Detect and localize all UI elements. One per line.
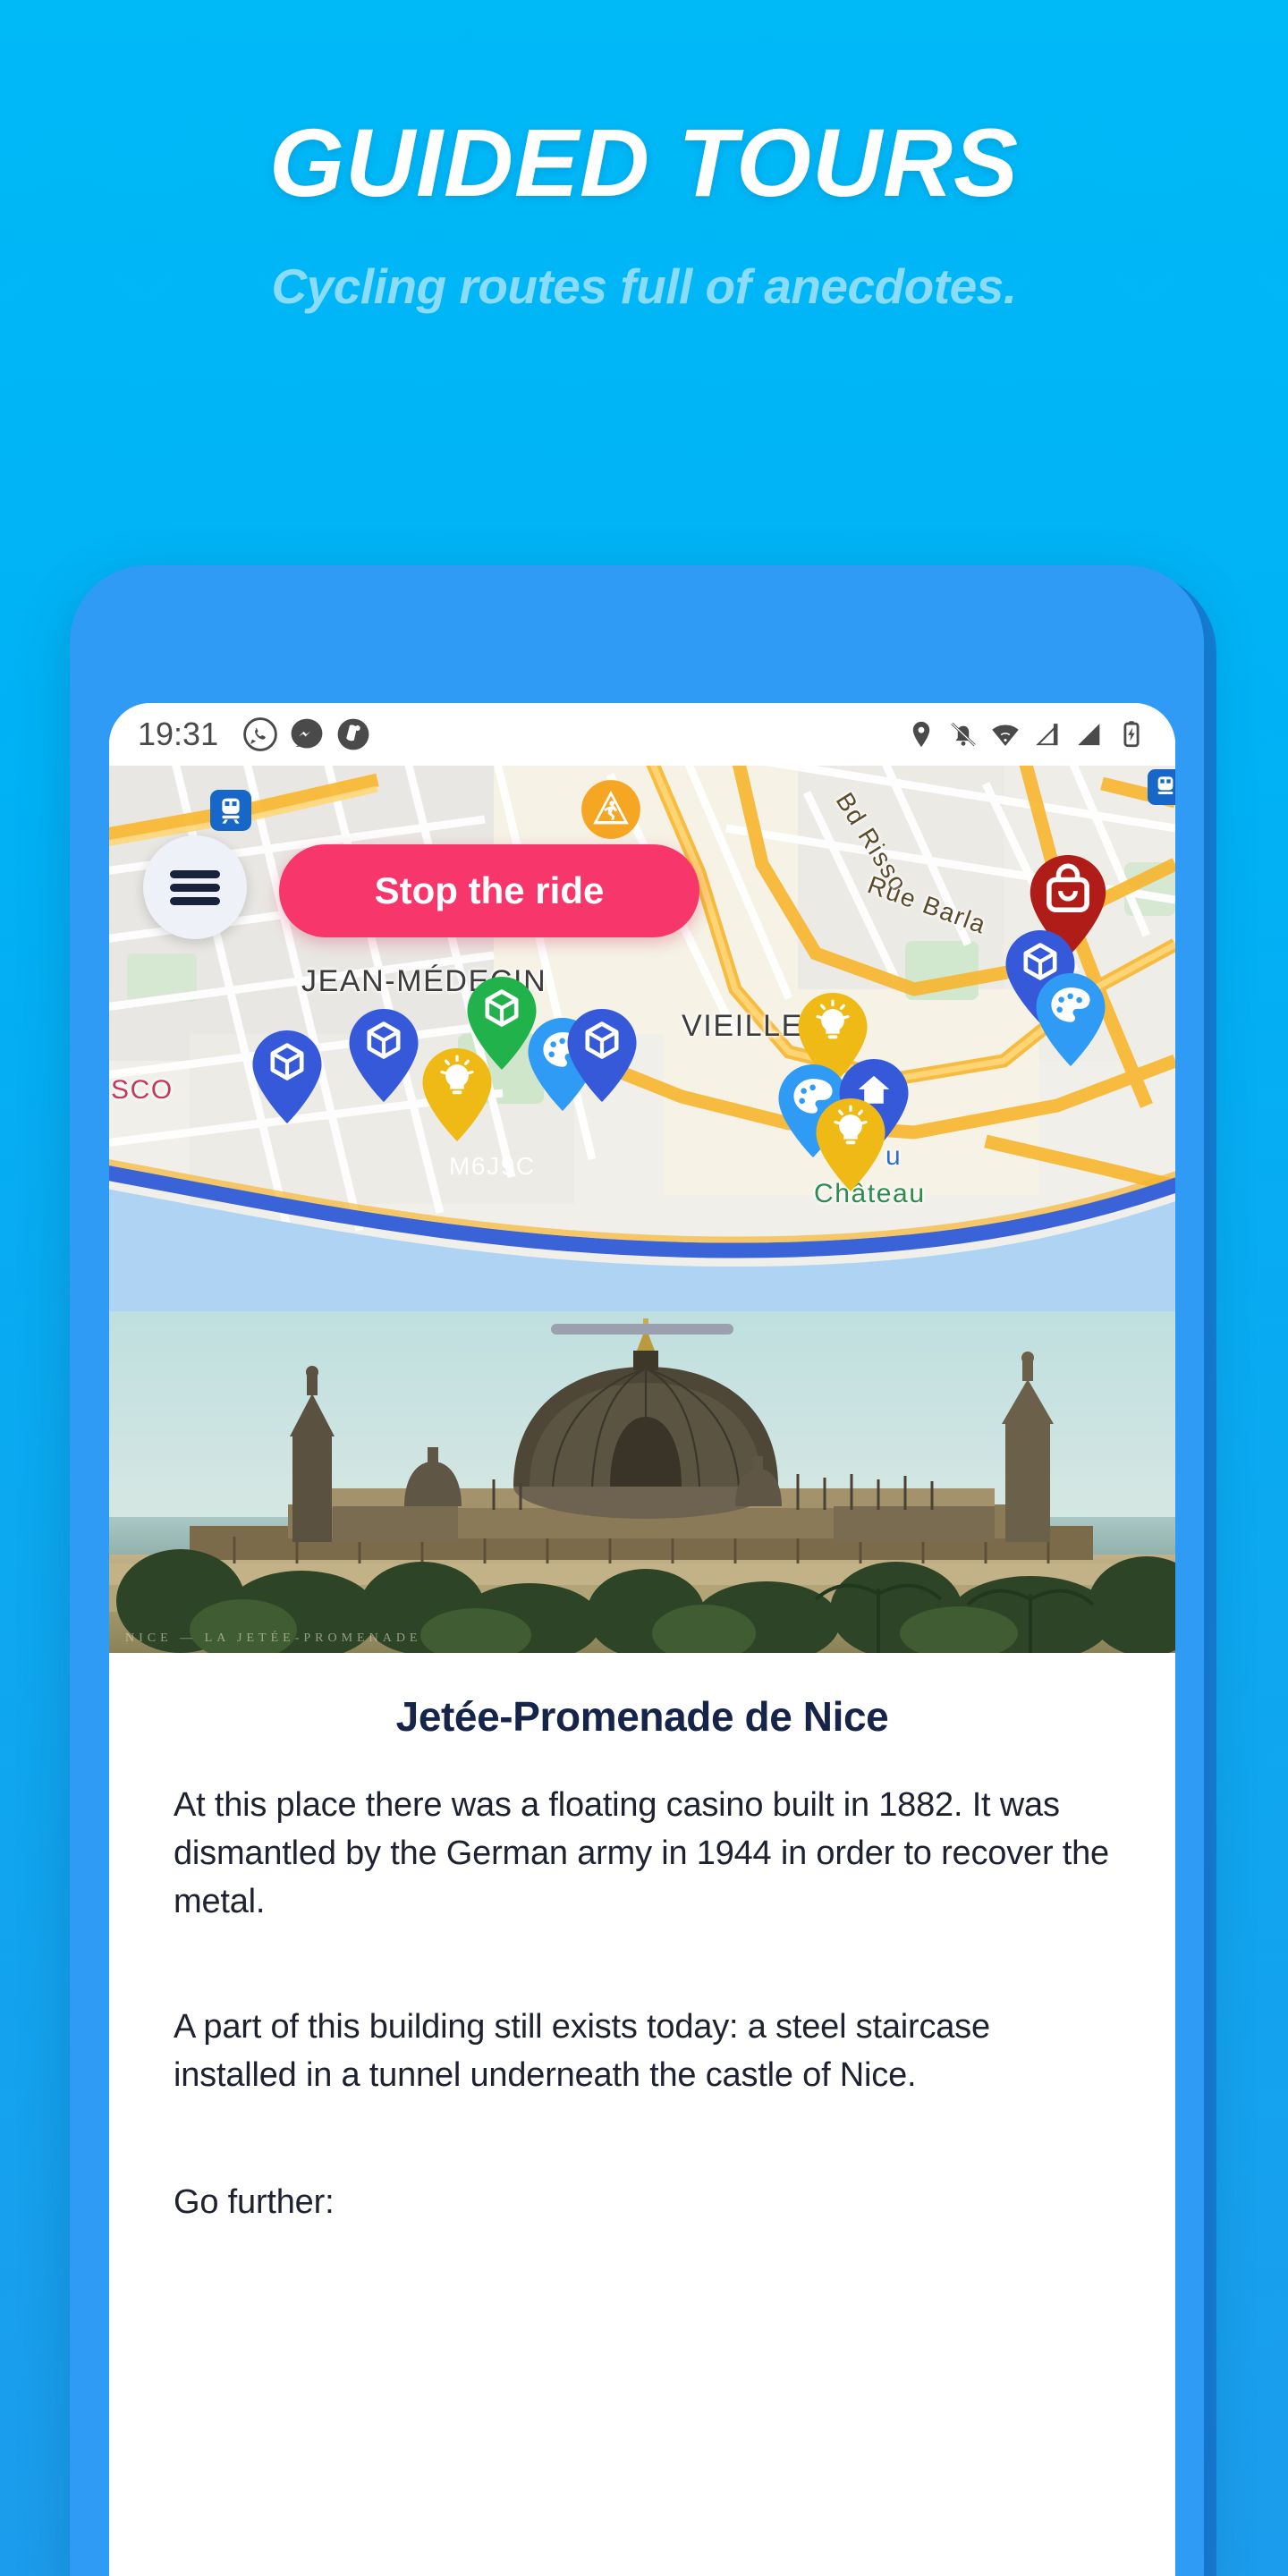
poi-detail-sheet: NICE — LA JETÉE-PROMENADE Jetée-Promenad… — [109, 1311, 1175, 2576]
signal-bars-1-icon — [1036, 724, 1058, 746]
phone-mockup: 19:31 JEAN-MÉDECIN VIEILLE V Bd Risso Ru… — [0, 0, 1288, 2576]
menu-icon-bar — [170, 896, 220, 905]
map-view[interactable]: JEAN-MÉDECIN VIEILLE V Bd Risso Rue Barl… — [109, 766, 1175, 1311]
poi-paragraph-2: A part of this building still exists tod… — [174, 2007, 990, 2094]
app-notification-icon — [337, 718, 369, 750]
poi-detail-body: Jetée-Promenade de Nice At this place th… — [109, 1692, 1175, 2227]
notifications-silenced-icon — [951, 722, 976, 747]
messenger-icon — [291, 718, 323, 749]
map-menu-button[interactable] — [143, 835, 247, 939]
sheet-drag-handle[interactable] — [551, 1324, 733, 1335]
menu-icon-bar — [170, 869, 220, 878]
status-bar-time: 19:31 — [138, 716, 219, 752]
poi-go-further-label: Go further: — [174, 2182, 335, 2221]
poi-photo-illustration — [109, 1311, 1175, 1653]
poi-paragraph-1: At this place there was a floating casin… — [174, 1786, 1109, 1920]
wifi-icon — [992, 724, 1019, 747]
phone-screen: 19:31 JEAN-MÉDECIN VIEILLE V Bd Risso Ru… — [109, 703, 1175, 2576]
status-bar-system-icons — [906, 719, 1147, 750]
signal-bars-2-icon — [1078, 724, 1100, 746]
poi-title: Jetée-Promenade de Nice — [395, 1693, 889, 1740]
location-icon — [912, 721, 930, 748]
battery-charging-icon — [1123, 721, 1140, 748]
stop-the-ride-button[interactable]: Stop the ride — [279, 844, 699, 937]
status-bar-app-icons — [243, 717, 370, 751]
whatsapp-icon — [243, 717, 277, 751]
poi-photo: NICE — LA JETÉE-PROMENADE — [109, 1311, 1175, 1653]
poi-photo-caption: NICE — LA JETÉE-PROMENADE — [125, 1631, 422, 1645]
menu-icon-bar — [170, 883, 220, 892]
status-bar: 19:31 — [109, 703, 1175, 766]
